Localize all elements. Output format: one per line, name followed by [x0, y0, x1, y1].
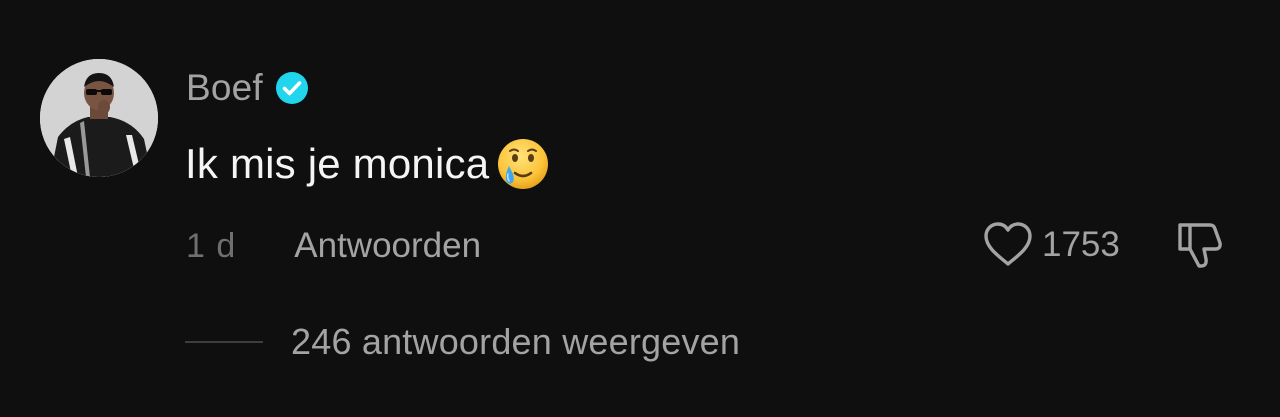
comment-meta-row: 1 d Antwoorden [186, 224, 481, 268]
comment-item: Boef Ik mis je monica 1 d Antwoorden 175… [0, 0, 1280, 417]
heart-outline-icon[interactable] [980, 220, 1036, 270]
dislike-button[interactable] [1170, 219, 1228, 271]
reply-button[interactable]: Antwoorden [294, 226, 481, 266]
face-holding-back-tears-emoji-icon [495, 136, 551, 192]
avatar[interactable] [40, 59, 158, 177]
like-button[interactable]: 1753 [980, 220, 1120, 270]
view-replies-label[interactable]: 246 antwoorden weergeven [291, 321, 740, 363]
verified-badge-icon [275, 71, 309, 105]
avatar-image [40, 59, 158, 177]
view-replies-button[interactable]: 246 antwoorden weergeven [185, 320, 740, 364]
comment-body: Ik mis je monica [185, 136, 551, 192]
username-row: Boef [186, 66, 309, 110]
username[interactable]: Boef [186, 67, 263, 109]
comment-timestamp: 1 d [186, 226, 237, 265]
thumbs-down-icon [1178, 223, 1222, 268]
comment-text: Ik mis je monica [185, 140, 490, 187]
replies-divider-line [185, 341, 263, 343]
like-count: 1753 [1042, 225, 1120, 264]
